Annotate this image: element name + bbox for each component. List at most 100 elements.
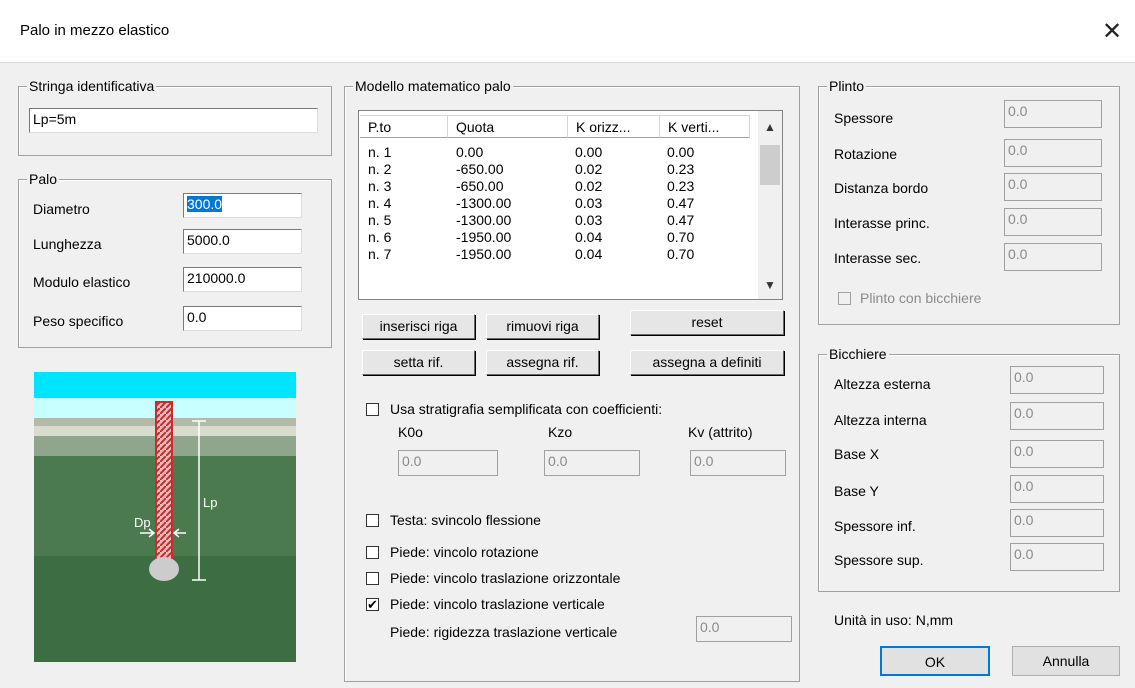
inserisci-riga-button[interactable]: inserisci riga bbox=[362, 314, 475, 339]
interasse-sec-label: Interasse sec. bbox=[834, 250, 922, 266]
reset-button[interactable]: reset bbox=[630, 310, 784, 335]
table-row[interactable]: n. 1 0.00 0.00 0.00 bbox=[360, 144, 755, 161]
annulla-button[interactable]: Annulla bbox=[1012, 646, 1120, 676]
setta-rif-button[interactable]: setta rif. bbox=[362, 350, 475, 375]
scroll-thumb[interactable] bbox=[760, 145, 780, 185]
spessore-sup-label: Spessore sup. bbox=[834, 552, 924, 568]
points-table[interactable]: P.to Quota K orizz... K verti... n. 1 0.… bbox=[358, 110, 783, 300]
spessore-sup-input[interactable]: 0.0 bbox=[1010, 543, 1104, 571]
table-row[interactable]: n. 4 -1300.00 0.03 0.47 bbox=[360, 195, 755, 212]
dp-label: Dp bbox=[134, 515, 151, 530]
pile-diagram: Lp Dp bbox=[34, 372, 296, 662]
plinto-bicchiere-checkbox[interactable] bbox=[838, 292, 851, 305]
kv-label: Kv (attrito) bbox=[688, 424, 753, 440]
distanza-bordo-label: Distanza bordo bbox=[834, 180, 929, 196]
interasse-sec-input[interactable]: 0.0 bbox=[1004, 243, 1102, 271]
table-cell: n. 1 bbox=[368, 144, 392, 160]
table-cell: 0.04 bbox=[575, 246, 603, 262]
column-header[interactable]: P.to bbox=[360, 115, 448, 138]
rotazione-label: Rotazione bbox=[834, 146, 898, 162]
table-cell: 0.02 bbox=[575, 178, 603, 194]
piede-rotazione-checkbox[interactable] bbox=[366, 546, 379, 559]
altezza-interna-input[interactable]: 0.0 bbox=[1010, 402, 1104, 430]
table-cell: n. 5 bbox=[368, 212, 392, 228]
rigidezza-label: Piede: rigidezza traslazione verticale bbox=[390, 624, 618, 640]
stringa-input[interactable]: Lp=5m bbox=[29, 108, 318, 133]
table-cell: -1950.00 bbox=[456, 229, 512, 245]
pile-body bbox=[155, 401, 173, 563]
base-y-label: Base Y bbox=[834, 483, 879, 499]
piede-verticale-checkbox[interactable]: ✔ bbox=[366, 598, 379, 611]
stratigrafia-checkbox[interactable] bbox=[366, 403, 379, 416]
assegna-rif-button[interactable]: assegna rif. bbox=[486, 350, 599, 375]
altezza-interna-label: Altezza interna bbox=[834, 412, 927, 428]
diametro-label: Diametro bbox=[33, 201, 90, 217]
table-cell: 0.02 bbox=[575, 161, 603, 177]
kzo-input[interactable]: 0.0 bbox=[544, 450, 640, 476]
diametro-input[interactable]: 300.0 bbox=[183, 193, 302, 218]
modello-legend: Modello matematico palo bbox=[353, 78, 513, 94]
table-cell: 0.70 bbox=[667, 246, 695, 262]
scroll-up-icon[interactable]: ▲ bbox=[758, 117, 782, 137]
spessore-label: Spessore bbox=[834, 110, 894, 126]
table-row[interactable]: n. 7 -1950.00 0.04 0.70 bbox=[360, 246, 755, 263]
modulo-label: Modulo elastico bbox=[33, 274, 131, 290]
table-cell: 0.23 bbox=[667, 161, 695, 177]
spessore-inf-label: Spessore inf. bbox=[834, 518, 916, 534]
close-icon[interactable]: ✕ bbox=[1089, 0, 1135, 62]
palo-group: Palo Diametro 300.0 Lunghezza 5000.0 Mod… bbox=[18, 171, 332, 348]
ok-button[interactable]: OK bbox=[880, 646, 990, 676]
table-cell: 0.03 bbox=[575, 195, 603, 211]
peso-input[interactable]: 0.0 bbox=[183, 306, 302, 331]
table-cell: 0.23 bbox=[667, 178, 695, 194]
interasse-princ-input[interactable]: 0.0 bbox=[1004, 208, 1102, 236]
interasse-princ-label: Interasse princ. bbox=[834, 215, 930, 231]
table-cell: 0.03 bbox=[575, 212, 603, 228]
table-cell: n. 7 bbox=[368, 246, 392, 262]
palo-legend: Palo bbox=[27, 171, 60, 187]
table-cell: n. 4 bbox=[368, 195, 392, 211]
modulo-input[interactable]: 210000.0 bbox=[183, 267, 302, 292]
check-icon: ✔ bbox=[367, 597, 378, 612]
title-bar: Palo in mezzo elastico ✕ bbox=[0, 0, 1135, 63]
altezza-esterna-input[interactable]: 0.0 bbox=[1010, 366, 1104, 394]
dialog-title: Palo in mezzo elastico bbox=[20, 22, 170, 39]
rotazione-input[interactable]: 0.0 bbox=[1004, 139, 1102, 167]
table-header: P.to Quota K orizz... K verti... bbox=[360, 115, 755, 139]
table-cell: 0.70 bbox=[667, 229, 695, 245]
table-row[interactable]: n. 2 -650.00 0.02 0.23 bbox=[360, 161, 755, 178]
k0o-input[interactable]: 0.0 bbox=[398, 450, 498, 476]
stratigrafia-label: Usa stratigrafia semplificata con coeffi… bbox=[390, 401, 663, 417]
rigidezza-input[interactable]: 0.0 bbox=[696, 616, 792, 642]
table-row[interactable]: n. 6 -1950.00 0.04 0.70 bbox=[360, 229, 755, 246]
assegna-definiti-button[interactable]: assegna a definiti bbox=[630, 350, 784, 375]
column-header[interactable]: Quota bbox=[448, 115, 568, 138]
table-cell: -1950.00 bbox=[456, 246, 512, 262]
scroll-down-icon[interactable]: ▼ bbox=[758, 275, 782, 295]
table-row[interactable]: n. 5 -1300.00 0.03 0.47 bbox=[360, 212, 755, 229]
table-cell: n. 6 bbox=[368, 229, 392, 245]
spessore-inf-input[interactable]: 0.0 bbox=[1010, 509, 1104, 537]
spessore-input[interactable]: 0.0 bbox=[1004, 100, 1102, 128]
lunghezza-input[interactable]: 5000.0 bbox=[183, 229, 302, 254]
pile-foot bbox=[149, 557, 179, 581]
table-cell: -1300.00 bbox=[456, 212, 512, 228]
kv-input[interactable]: 0.0 bbox=[690, 450, 786, 476]
table-cell: 0.00 bbox=[575, 144, 603, 160]
table-cell: 0.47 bbox=[667, 212, 695, 228]
table-cell: 0.47 bbox=[667, 195, 695, 211]
testa-svincolo-checkbox[interactable] bbox=[366, 514, 379, 527]
rimuovi-riga-button[interactable]: rimuovi riga bbox=[486, 314, 599, 339]
altezza-esterna-label: Altezza esterna bbox=[834, 376, 931, 392]
peso-label: Peso specifico bbox=[33, 313, 124, 329]
column-header[interactable]: K verti... bbox=[660, 115, 750, 138]
table-cell: n. 3 bbox=[368, 178, 392, 194]
column-header[interactable]: K orizz... bbox=[568, 115, 660, 138]
base-y-input[interactable]: 0.0 bbox=[1010, 475, 1104, 503]
base-x-label: Base X bbox=[834, 446, 880, 462]
table-row[interactable]: n. 3 -650.00 0.02 0.23 bbox=[360, 178, 755, 195]
piede-orizzontale-checkbox[interactable] bbox=[366, 572, 379, 585]
base-x-input[interactable]: 0.0 bbox=[1010, 440, 1104, 468]
table-scrollbar[interactable]: ▲ ▼ bbox=[758, 111, 782, 299]
distanza-bordo-input[interactable]: 0.0 bbox=[1004, 173, 1102, 201]
